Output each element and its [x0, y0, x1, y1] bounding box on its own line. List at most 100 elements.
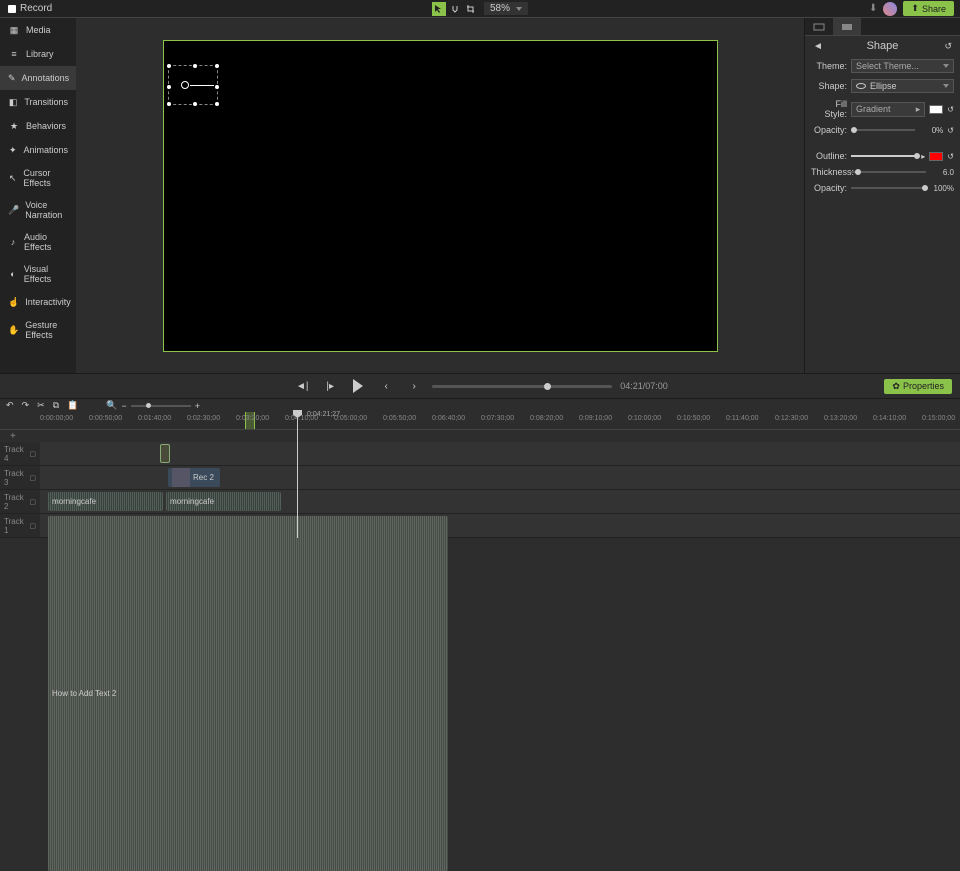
- ruler-mark: 0:10:00;00: [628, 415, 661, 422]
- ruler-mark: 0:08:20;00: [530, 415, 563, 422]
- playhead[interactable]: 0:04:21;27: [297, 412, 298, 538]
- sidebar-item-transitions[interactable]: ◧Transitions: [0, 90, 76, 114]
- thickness-value: 6.0: [930, 168, 954, 177]
- sidebar-item-behaviors[interactable]: ★Behaviors: [0, 114, 76, 138]
- sidebar-item-label: Annotations: [22, 73, 70, 83]
- opacity-outline-value: 100%: [930, 184, 954, 193]
- sidebar-icon: ≡: [8, 48, 20, 60]
- prev-marker-button[interactable]: ‹: [376, 376, 396, 396]
- step-back-button[interactable]: |▸: [320, 376, 340, 396]
- track-body[interactable]: Rec 2: [40, 466, 960, 489]
- track-body[interactable]: [40, 442, 960, 465]
- sidebar-icon: ♪: [8, 236, 18, 248]
- opacity-outline-slider[interactable]: [851, 187, 926, 189]
- shape-select[interactable]: Ellipse: [851, 79, 954, 93]
- zoom-minus[interactable]: −: [122, 401, 127, 411]
- theme-select[interactable]: Select Theme...: [851, 59, 954, 73]
- back-icon[interactable]: ◄: [813, 41, 823, 52]
- opacity-fill-slider[interactable]: [851, 129, 915, 131]
- sidebar-icon: 🎤: [8, 204, 19, 216]
- prev-frame-button[interactable]: ◄|: [292, 376, 312, 396]
- track-header[interactable]: Track 2▢: [0, 490, 40, 513]
- download-icon[interactable]: ⬇: [869, 3, 877, 14]
- avatar[interactable]: [883, 2, 897, 16]
- fill-swatch[interactable]: [929, 105, 943, 114]
- clip[interactable]: morningcafe: [166, 492, 281, 511]
- reset-icon[interactable]: ↺: [944, 41, 952, 52]
- properties-panel: ◄ Shape ↺ Theme: Select Theme... Shape: …: [804, 18, 960, 373]
- undo-button[interactable]: ↶: [6, 400, 14, 411]
- clip[interactable]: morningcafe: [48, 492, 163, 511]
- clip[interactable]: How to Add Text 2: [48, 516, 448, 871]
- sidebar-item-media[interactable]: ▦Media: [0, 18, 76, 42]
- sidebar-item-gesture-effects[interactable]: ✋Gesture Effects: [0, 314, 76, 346]
- shape-selection[interactable]: [168, 65, 218, 105]
- thickness-slider[interactable]: [851, 171, 926, 173]
- record-button[interactable]: Record: [0, 0, 60, 17]
- sidebar-item-audio-effects[interactable]: ♪ Audio Effects: [0, 226, 76, 258]
- timeline-ruler[interactable]: 0:00:00;000:00:50;000:01:40;000:02:30;00…: [0, 412, 960, 430]
- zoom-level[interactable]: 58%: [484, 2, 528, 15]
- sidebar-item-label: Behaviors: [26, 121, 66, 131]
- sidebar-item-cursor-effects[interactable]: ↖Cursor Effects: [0, 162, 76, 194]
- sidebar-item-label: Visual Effects: [24, 264, 68, 284]
- ruler-mark: 0:03:20;00: [236, 415, 269, 422]
- shape-label: Shape:: [811, 81, 847, 91]
- sidebar-icon: ☝: [8, 296, 19, 308]
- cut-button[interactable]: ✂: [37, 400, 45, 411]
- select-tool[interactable]: [432, 2, 446, 16]
- copy-button[interactable]: ⧉: [53, 400, 59, 411]
- paste-button[interactable]: 📋: [67, 400, 78, 411]
- redo-button[interactable]: ↷: [22, 400, 30, 411]
- sidebar-item-visual-effects[interactable]: ◐Visual Effects: [0, 258, 76, 290]
- next-marker-button[interactable]: ›: [404, 376, 424, 396]
- track-name: Track 4: [4, 445, 27, 463]
- hand-tool[interactable]: [448, 2, 462, 16]
- sidebar-item-label: Audio Effects: [24, 232, 68, 252]
- track-body[interactable]: morningcafe morningcafe: [40, 490, 960, 513]
- sidebar-icon: ✋: [8, 324, 19, 336]
- outline-slider[interactable]: [851, 155, 917, 157]
- track-header[interactable]: Track 3▢: [0, 466, 40, 489]
- progress-bar[interactable]: [432, 385, 612, 388]
- ruler-mark: 0:12:30;00: [775, 415, 808, 422]
- ruler-mark: 0:00:50;00: [89, 415, 122, 422]
- add-track-button[interactable]: +: [10, 431, 16, 442]
- sidebar-item-voice-narration[interactable]: 🎤Voice Narration: [0, 194, 76, 226]
- zoom-plus[interactable]: +: [195, 401, 200, 411]
- track-header[interactable]: Track 1▢: [0, 514, 40, 537]
- sidebar-item-interactivity[interactable]: ☝Interactivity: [0, 290, 76, 314]
- ellipse-shape[interactable]: [181, 81, 189, 89]
- outline-reset-icon[interactable]: ↺: [947, 152, 954, 161]
- crop-tool[interactable]: [464, 2, 478, 16]
- share-button[interactable]: ⬆ Share: [903, 1, 954, 16]
- properties-button[interactable]: ✿ Properties: [884, 379, 952, 394]
- track-body[interactable]: How to Add Text 2: [40, 514, 960, 537]
- sidebar-item-library[interactable]: ≡Library: [0, 42, 76, 66]
- opacity-reset-icon[interactable]: ↺: [947, 126, 954, 135]
- clip[interactable]: Rec 2: [168, 468, 220, 487]
- track-header[interactable]: Track 4▢: [0, 442, 40, 465]
- timeline: 0:00:00;000:00:50;000:01:40;000:02:30;00…: [0, 412, 960, 538]
- fill-select[interactable]: Gradient▸: [851, 102, 925, 117]
- zoom-out-button[interactable]: 🔍: [106, 400, 117, 411]
- clip-label: morningcafe: [170, 497, 214, 506]
- clip-label: How to Add Text 2: [52, 689, 116, 698]
- clip[interactable]: [160, 444, 170, 463]
- outline-swatch[interactable]: [929, 152, 943, 161]
- track-name: Track 2: [4, 493, 27, 511]
- track-name: Track 3: [4, 469, 27, 487]
- timeline-zoom-slider[interactable]: [131, 405, 191, 407]
- tab-properties[interactable]: [833, 18, 861, 35]
- fill-label: Fill Style:: [811, 99, 847, 119]
- play-button[interactable]: [348, 376, 368, 396]
- tab-visual[interactable]: [805, 18, 833, 35]
- timecode: 04:21/07:00: [620, 381, 668, 391]
- fill-reset-icon[interactable]: ↺: [947, 105, 954, 114]
- canvas[interactable]: [163, 40, 718, 352]
- sidebar: ▦Media≡Library✎Annotations◧Transitions★B…: [0, 18, 76, 373]
- opacity-fill-label: Opacity:: [811, 125, 847, 135]
- sidebar-icon: ✦: [8, 144, 17, 156]
- sidebar-item-annotations[interactable]: ✎Annotations: [0, 66, 76, 90]
- sidebar-item-animations[interactable]: ✦Animations: [0, 138, 76, 162]
